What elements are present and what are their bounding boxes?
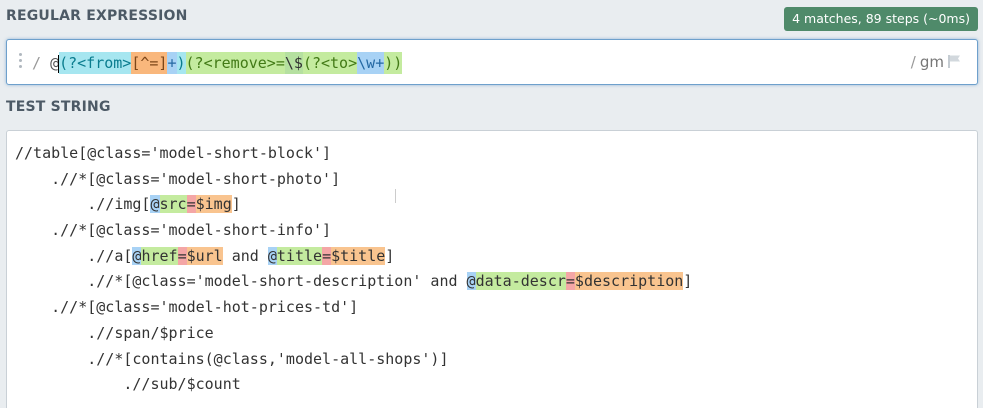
test-line-3: .//img[@src=$img] xyxy=(15,192,692,218)
test-line-4: .//*[@class='model-short-info'] xyxy=(15,221,332,240)
regex-flags[interactable]: / gm xyxy=(911,53,963,71)
match-at: @ xyxy=(267,246,277,265)
regex-escaped-dollar: \$ xyxy=(284,52,303,74)
match-at: @ xyxy=(150,195,160,214)
regex-group-to-open: (?<to> xyxy=(302,52,358,74)
regex-charset: [^=] xyxy=(131,52,168,74)
text-segment: and xyxy=(222,246,268,265)
match-group-remove: = xyxy=(186,195,196,214)
test-line-10: .//sub/$count xyxy=(15,375,241,394)
text-segment: ] xyxy=(683,272,693,291)
regex-word-quantifier: + xyxy=(375,52,385,74)
match-group-from: href xyxy=(141,246,178,265)
test-string-section-title: TEST STRING xyxy=(6,99,111,115)
drag-handle-icon[interactable] xyxy=(19,53,23,71)
regex-open-delimiter: / xyxy=(32,54,42,72)
regex-group-remove-close: ) xyxy=(393,52,403,74)
text-segment: .//*[@class='model-short-description' an… xyxy=(15,272,467,291)
regex-word-class: \w xyxy=(357,52,376,74)
test-string-editor[interactable]: //table[@class='model-short-block'] .//*… xyxy=(6,130,978,408)
match-group-remove: = xyxy=(177,246,187,265)
match-group-remove: = xyxy=(322,246,332,265)
mouse-ibeam-cursor xyxy=(395,189,396,203)
match-group-remove: = xyxy=(565,272,575,291)
test-line-7: .//*[@class='model-hot-prices-td'] xyxy=(15,298,359,317)
match-group-to: $img xyxy=(195,195,232,214)
regex-expression[interactable]: / @(?<from>[^=]+)(?<remove>=\$(?<to>\w+)… xyxy=(32,52,403,74)
match-group-from: src xyxy=(159,195,187,214)
text-segment: .//img[ xyxy=(15,195,151,214)
regex-section-title: REGULAR EXPRESSION xyxy=(6,8,188,24)
regex-group-remove-open: (?<remove> xyxy=(185,52,276,74)
regex-group-to-close: ) xyxy=(384,52,394,74)
test-line-8: .//span/$price xyxy=(15,323,214,342)
test-line-2: .//*[@class='model-short-photo'] xyxy=(15,169,341,188)
match-group-from: title xyxy=(276,246,323,265)
text-segment: ] xyxy=(385,246,395,265)
text-segment: .//a[ xyxy=(15,246,133,265)
match-status-badge: 4 matches, 89 steps (~0ms) xyxy=(784,7,978,31)
match-group-to: $title xyxy=(331,246,386,265)
regex-close-delimiter: / xyxy=(910,53,916,71)
test-string-lines[interactable]: //table[@class='model-short-block'] .//*… xyxy=(15,141,692,398)
regex-quantifier: + xyxy=(167,52,177,74)
test-line-9: .//*[contains(@class,'model-all-shops')] xyxy=(15,349,449,368)
regex-input[interactable]: / @(?<from>[^=]+)(?<remove>=\$(?<to>\w+)… xyxy=(6,39,978,85)
test-line-5: .//a[@href=$url and @title=$title] xyxy=(15,244,692,270)
test-line-6: .//*[@class='model-short-description' an… xyxy=(15,269,692,295)
regex-flags-text: gm xyxy=(919,53,944,71)
regex-group-from-close: ) xyxy=(176,52,186,74)
match-at: @ xyxy=(466,272,476,291)
match-group-from: data-descr xyxy=(475,272,566,291)
match-group-to: $description xyxy=(574,272,684,291)
match-group-to: $url xyxy=(186,246,223,265)
test-line-1: //table[@class='model-short-block'] xyxy=(15,144,332,162)
flag-icon[interactable] xyxy=(947,54,963,69)
text-segment: ] xyxy=(231,195,241,214)
regex-equals-literal: = xyxy=(275,52,285,74)
regex-group-from-open: (?<from> xyxy=(59,52,132,74)
